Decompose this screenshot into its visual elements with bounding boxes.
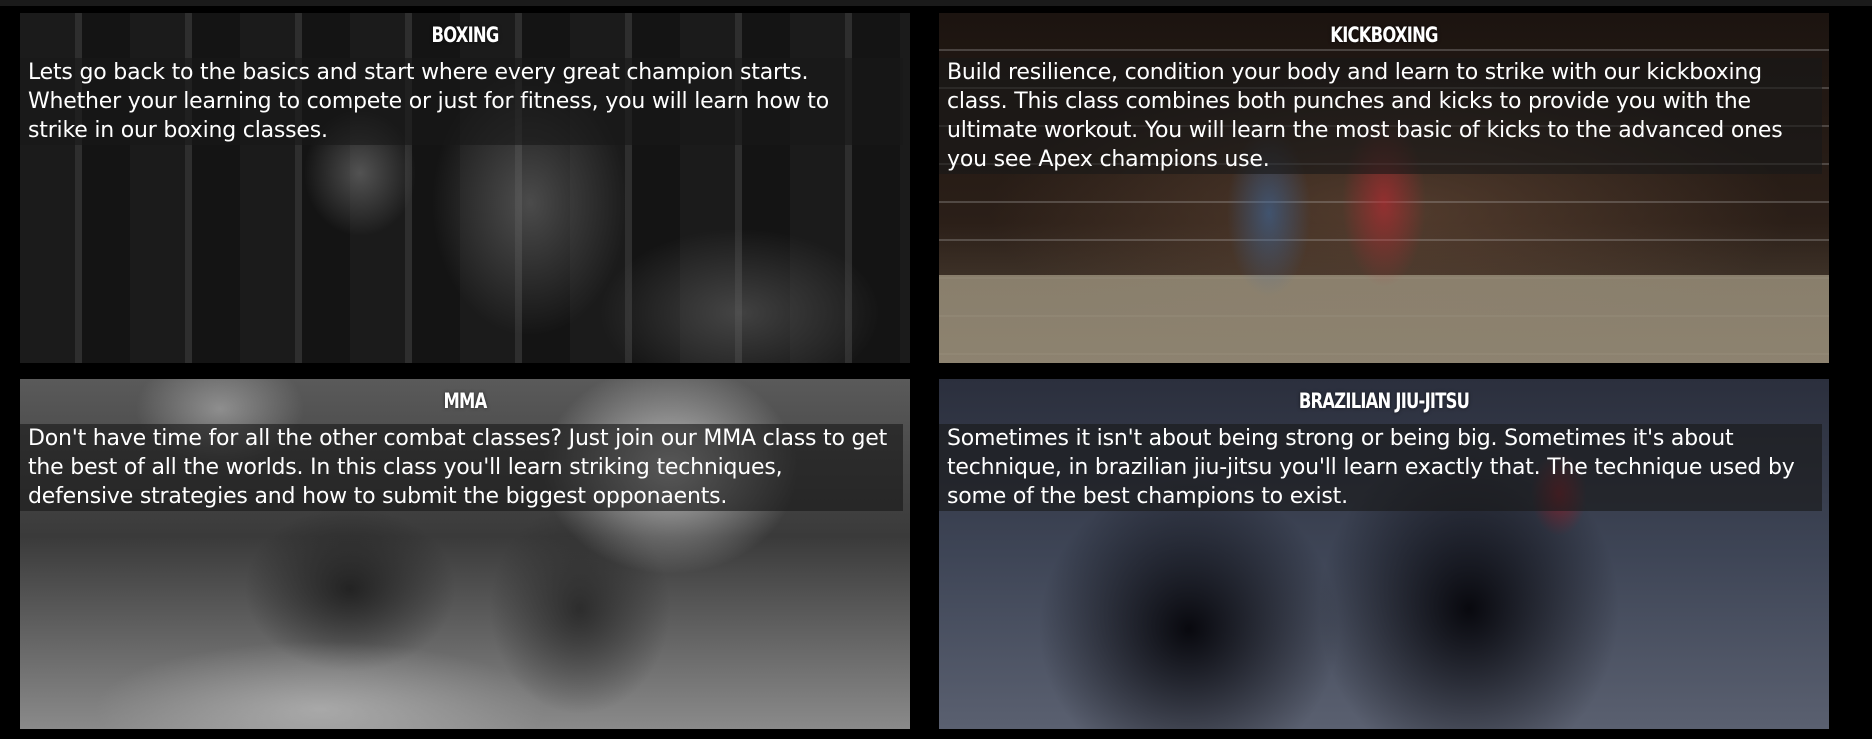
class-card-brazilian-jiu-jitsu[interactable]: Brazilian Jiu-Jitsu Sometimes it isn't a…	[939, 379, 1829, 729]
class-description: Sometimes it isn't about being strong or…	[939, 424, 1822, 511]
class-title: Boxing	[431, 23, 499, 47]
class-title: Kickboxing	[1330, 23, 1438, 47]
class-description: Lets go back to the basics and start whe…	[20, 58, 903, 145]
class-card-mma[interactable]: MMA Don't have time for all the other co…	[20, 379, 910, 729]
page-top-border	[0, 0, 1872, 6]
class-card-boxing[interactable]: Boxing Lets go back to the basics and st…	[20, 13, 910, 363]
class-title: MMA	[443, 389, 488, 413]
class-card-kickboxing[interactable]: Kickboxing Build resilience, condition y…	[939, 13, 1829, 363]
class-description: Build resilience, condition your body an…	[939, 58, 1822, 174]
class-description: Don't have time for all the other combat…	[20, 424, 903, 511]
class-title: Brazilian Jiu-Jitsu	[1298, 389, 1470, 413]
